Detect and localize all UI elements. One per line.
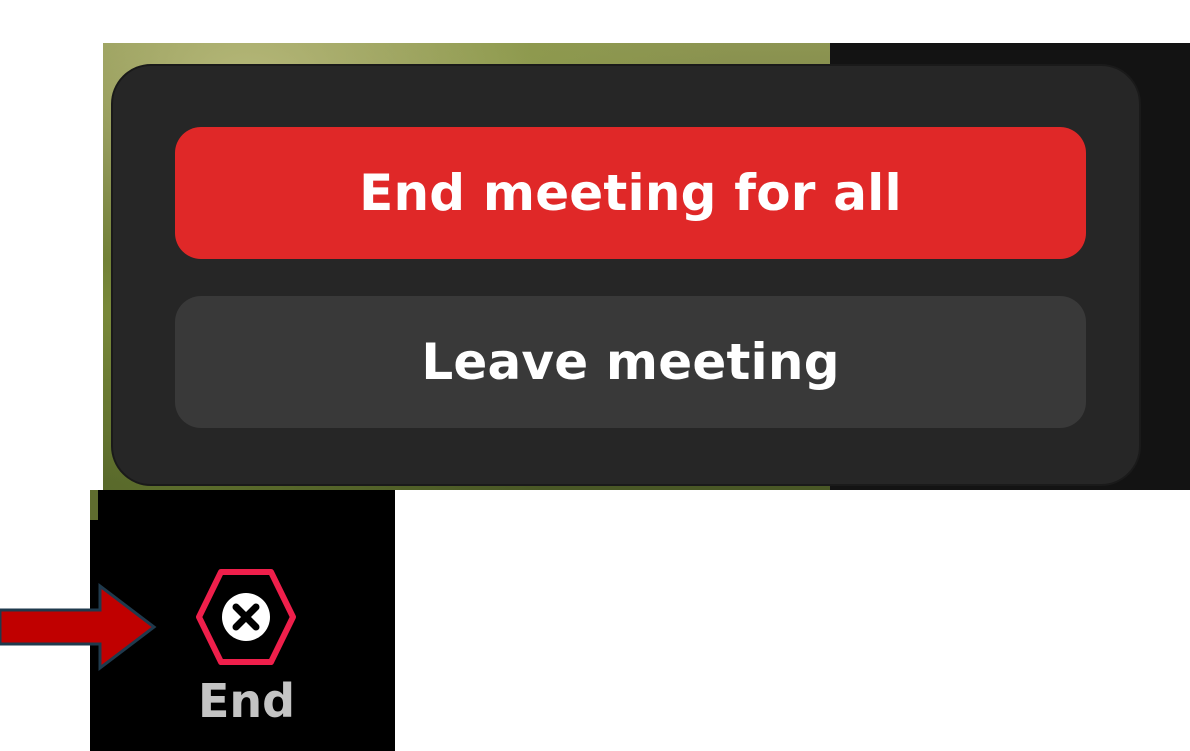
end-meeting-for-all-button[interactable]: End meeting for all [175, 127, 1086, 259]
leave-meeting-button[interactable]: Leave meeting [175, 296, 1086, 428]
toolbar-video-edge [90, 490, 98, 520]
close-hexagon-icon [194, 567, 298, 667]
meeting-screen: End meeting for all Leave meeting End [0, 0, 1190, 751]
arrow-right-icon [0, 582, 160, 672]
end-button-label: End [197, 674, 296, 728]
end-meeting-popup: End meeting for all Leave meeting [111, 64, 1141, 486]
